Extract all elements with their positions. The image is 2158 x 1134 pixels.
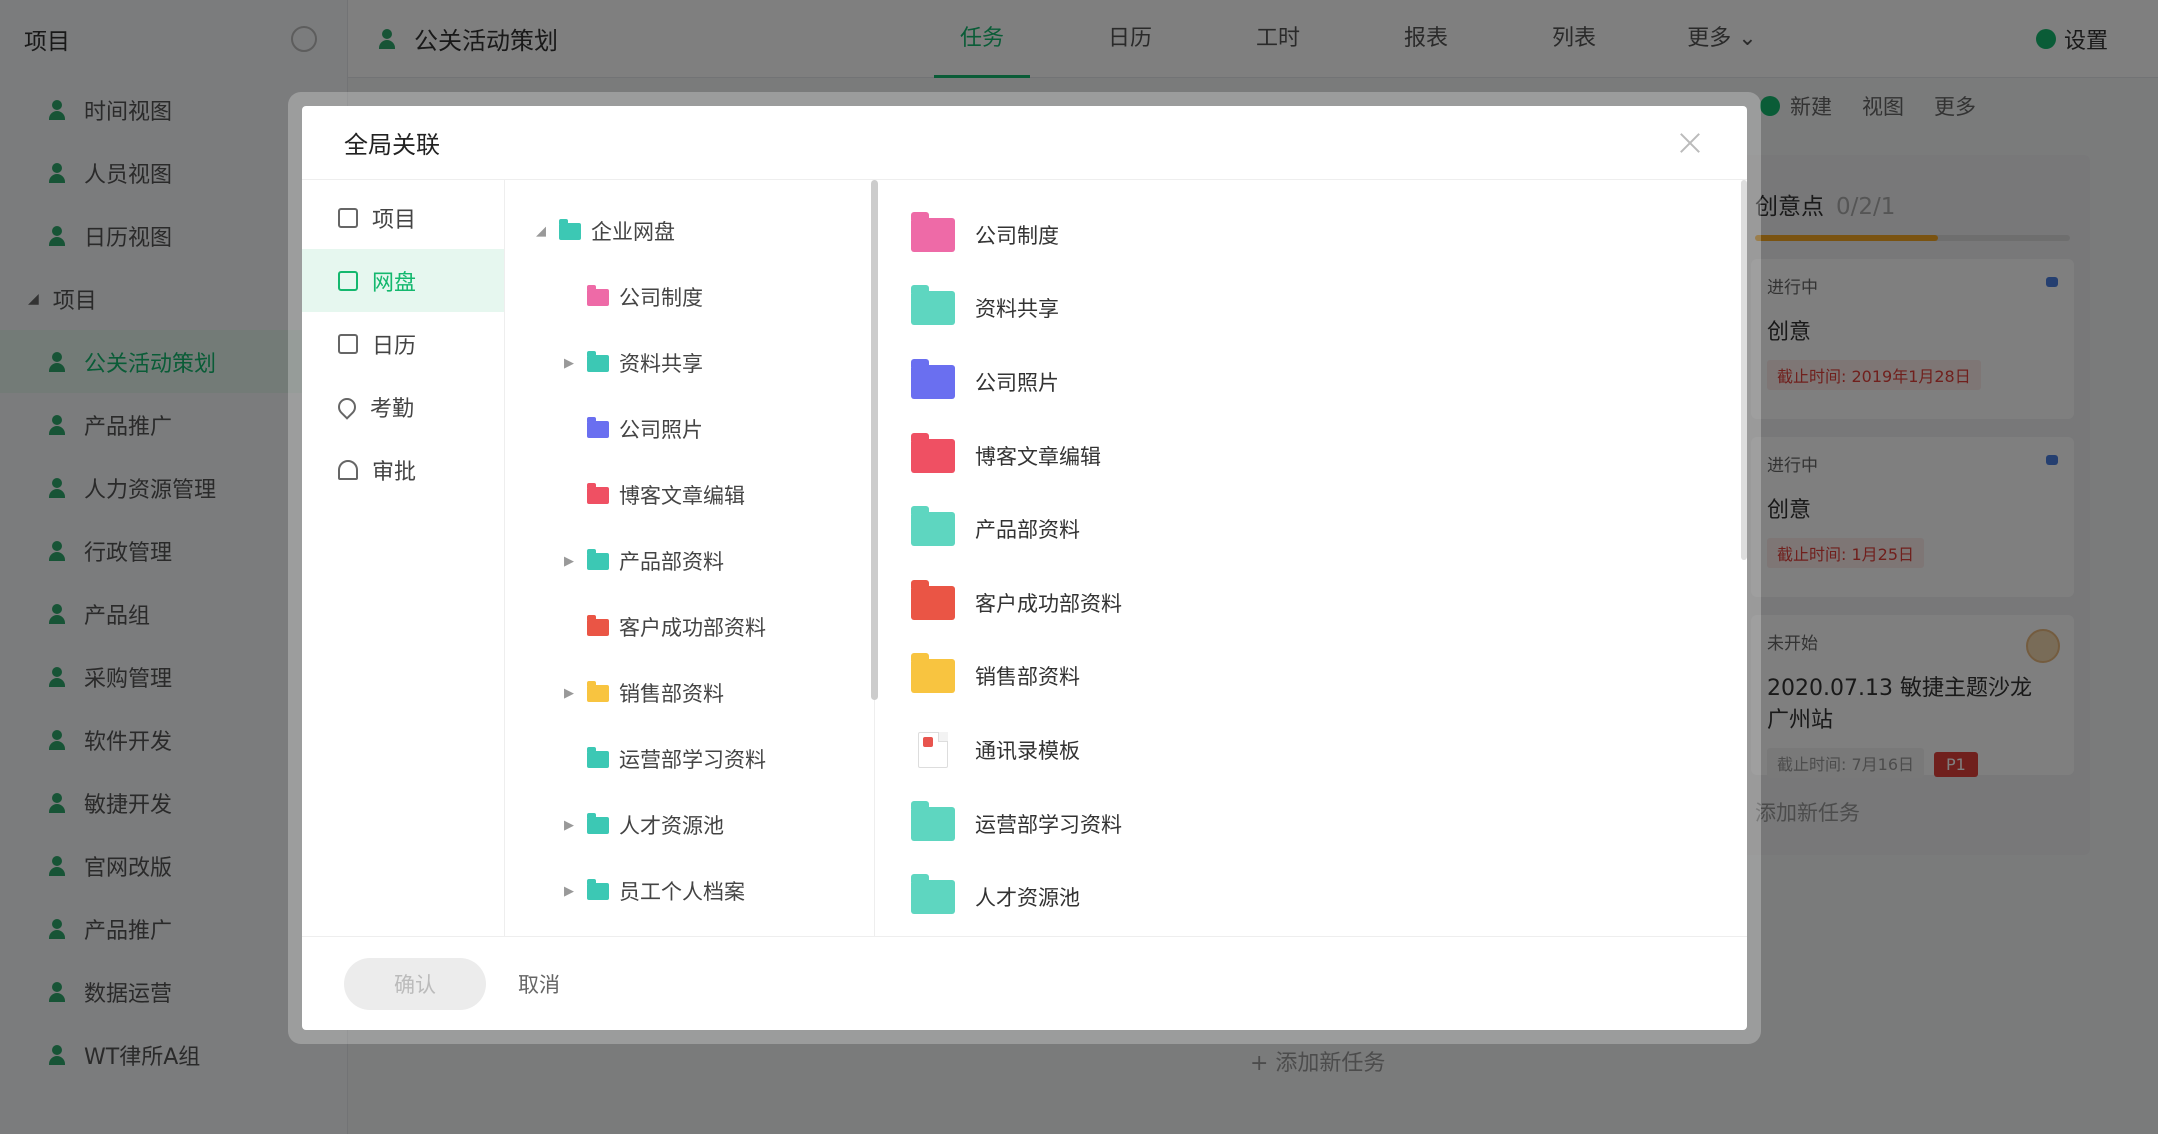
tree-node-label: 人才资源池 [619, 814, 724, 838]
stamp-icon [338, 459, 358, 480]
tree-node-label: 资料共享 [619, 352, 703, 376]
tree-node-label: 客户成功部资料 [619, 616, 766, 640]
tree-node[interactable]: 客户成功部资料 [505, 594, 874, 660]
confirm-button[interactable]: 确认 [344, 957, 486, 1010]
inbox-icon [338, 207, 358, 228]
folder-icon [587, 284, 609, 306]
file-item-label: 产品部资料 [975, 518, 1080, 543]
folder-icon [587, 614, 609, 636]
folder-icon [911, 653, 955, 694]
tree-node[interactable]: ◢ 企业网盘 [505, 198, 874, 264]
folder-icon [587, 482, 609, 504]
tree-node[interactable]: ▶ 员工个人档案 [505, 858, 874, 924]
folder-icon [911, 506, 955, 547]
folder-icon [587, 746, 609, 768]
folder-icon [911, 285, 955, 326]
file-scrollbar[interactable] [1741, 180, 1747, 560]
folder-icon [911, 800, 955, 841]
tree-node[interactable]: 公司制度 [505, 264, 874, 330]
calendar-icon [338, 333, 358, 354]
folder-icon [559, 218, 581, 240]
file-item[interactable]: 公司照片 [875, 345, 1747, 419]
expand-arrow-icon[interactable]: ▶ [563, 554, 575, 569]
folder-icon [587, 812, 609, 834]
folder-icon [911, 211, 955, 252]
file-list: 公司制度资料共享公司照片博客文章编辑 产品部资料客户成功部资料 销售部资料通讯录模板… [875, 180, 1747, 936]
folder-icon [587, 548, 609, 570]
file-item[interactable]: 人才资源池 [875, 860, 1747, 934]
tree-node-label: 运营部学习资料 [619, 748, 766, 772]
dialog-header: 全局关联 [302, 106, 1747, 180]
folder-icon [911, 874, 955, 915]
file-item-label: 资料共享 [975, 297, 1059, 322]
dialog-body: 项目 网盘 日历 考勤 审批 ◢ 企业网盘 公司制度 ▶ 资料共享 公司照片 博客文章编辑 ▶… [302, 180, 1747, 936]
location-icon [334, 393, 360, 420]
cancel-button[interactable]: 取消 [518, 969, 560, 999]
file-item-label: 客户成功部资料 [975, 591, 1122, 616]
folder-icon [911, 432, 955, 473]
expand-arrow-icon[interactable]: ▶ [563, 686, 575, 701]
folder-icon [911, 579, 955, 620]
category-project[interactable]: 项目 [302, 186, 504, 249]
tree-node-label: 员工个人档案 [619, 880, 745, 904]
file-item[interactable]: 运营部学习资料 [875, 787, 1747, 861]
tree-node-label: 销售部资料 [619, 682, 724, 706]
tree-node-label: 企业网盘 [591, 220, 675, 244]
folder-icon [587, 350, 609, 372]
dialog-footer: 确认 取消 [302, 936, 1747, 1030]
tree-node[interactable]: ▶ 销售部资料 [505, 660, 874, 726]
file-item-label: 通讯录模板 [975, 738, 1080, 763]
expand-arrow-icon[interactable]: ▶ [563, 356, 575, 371]
expand-arrow-icon[interactable]: ▶ [563, 884, 575, 899]
folder-icon [587, 416, 609, 438]
tree-node-label: 公司照片 [619, 418, 703, 442]
file-item[interactable]: 公司制度 [875, 198, 1747, 272]
folder-icon [587, 680, 609, 702]
file-item[interactable]: 通讯录模板 [875, 713, 1747, 787]
category-attendance[interactable]: 考勤 [302, 375, 504, 438]
folder-icon [338, 270, 358, 291]
close-icon[interactable] [1677, 130, 1703, 156]
tree-node[interactable]: ▶ 人才资源池 [505, 792, 874, 858]
file-item-label: 运营部学习资料 [975, 812, 1122, 837]
file-item[interactable]: 销售部资料 [875, 640, 1747, 714]
category-calendar[interactable]: 日历 [302, 312, 504, 375]
tree-node[interactable]: ▶ 资料共享 [505, 330, 874, 396]
dialog-title: 全局关联 [344, 131, 440, 159]
document-icon [918, 731, 948, 768]
file-item-label: 销售部资料 [975, 665, 1080, 690]
tree-node[interactable]: 博客文章编辑 [505, 462, 874, 528]
category-drive[interactable]: 网盘 [302, 249, 504, 312]
category-list: 项目 网盘 日历 考勤 审批 [302, 180, 505, 936]
folder-tree: ◢ 企业网盘公司制度 ▶ 资料共享公司照片博客文章编辑 ▶ 产品部资料客户成功部资料 ▶ 销售… [505, 180, 878, 936]
folder-icon [587, 878, 609, 900]
tree-node[interactable]: ▶ 产品部资料 [505, 528, 874, 594]
global-link-dialog: 全局关联 项目 网盘 日历 考勤 审批 ◢ 企业网盘 公司制度 ▶ 资料共享 公司照片 博客… [302, 106, 1747, 1030]
file-item-label: 博客文章编辑 [975, 444, 1101, 469]
expand-arrow-icon[interactable]: ◢ [535, 224, 547, 239]
file-item-label: 公司照片 [975, 370, 1059, 395]
expand-arrow-icon[interactable]: ▶ [563, 818, 575, 833]
file-item[interactable]: 客户成功部资料 [875, 566, 1747, 640]
file-item-label: 人才资源池 [975, 886, 1080, 911]
file-item[interactable]: 资料共享 [875, 272, 1747, 346]
tree-node-label: 博客文章编辑 [619, 484, 745, 508]
tree-node-label: 产品部资料 [619, 550, 724, 574]
category-approval[interactable]: 审批 [302, 438, 504, 501]
tree-node[interactable]: 公司照片 [505, 396, 874, 462]
file-item[interactable]: 产品部资料 [875, 492, 1747, 566]
folder-icon [911, 358, 955, 399]
file-item[interactable]: 博客文章编辑 [875, 419, 1747, 493]
file-item-label: 公司制度 [975, 223, 1059, 248]
tree-node-label: 公司制度 [619, 286, 703, 310]
tree-node[interactable]: 运营部学习资料 [505, 726, 874, 792]
